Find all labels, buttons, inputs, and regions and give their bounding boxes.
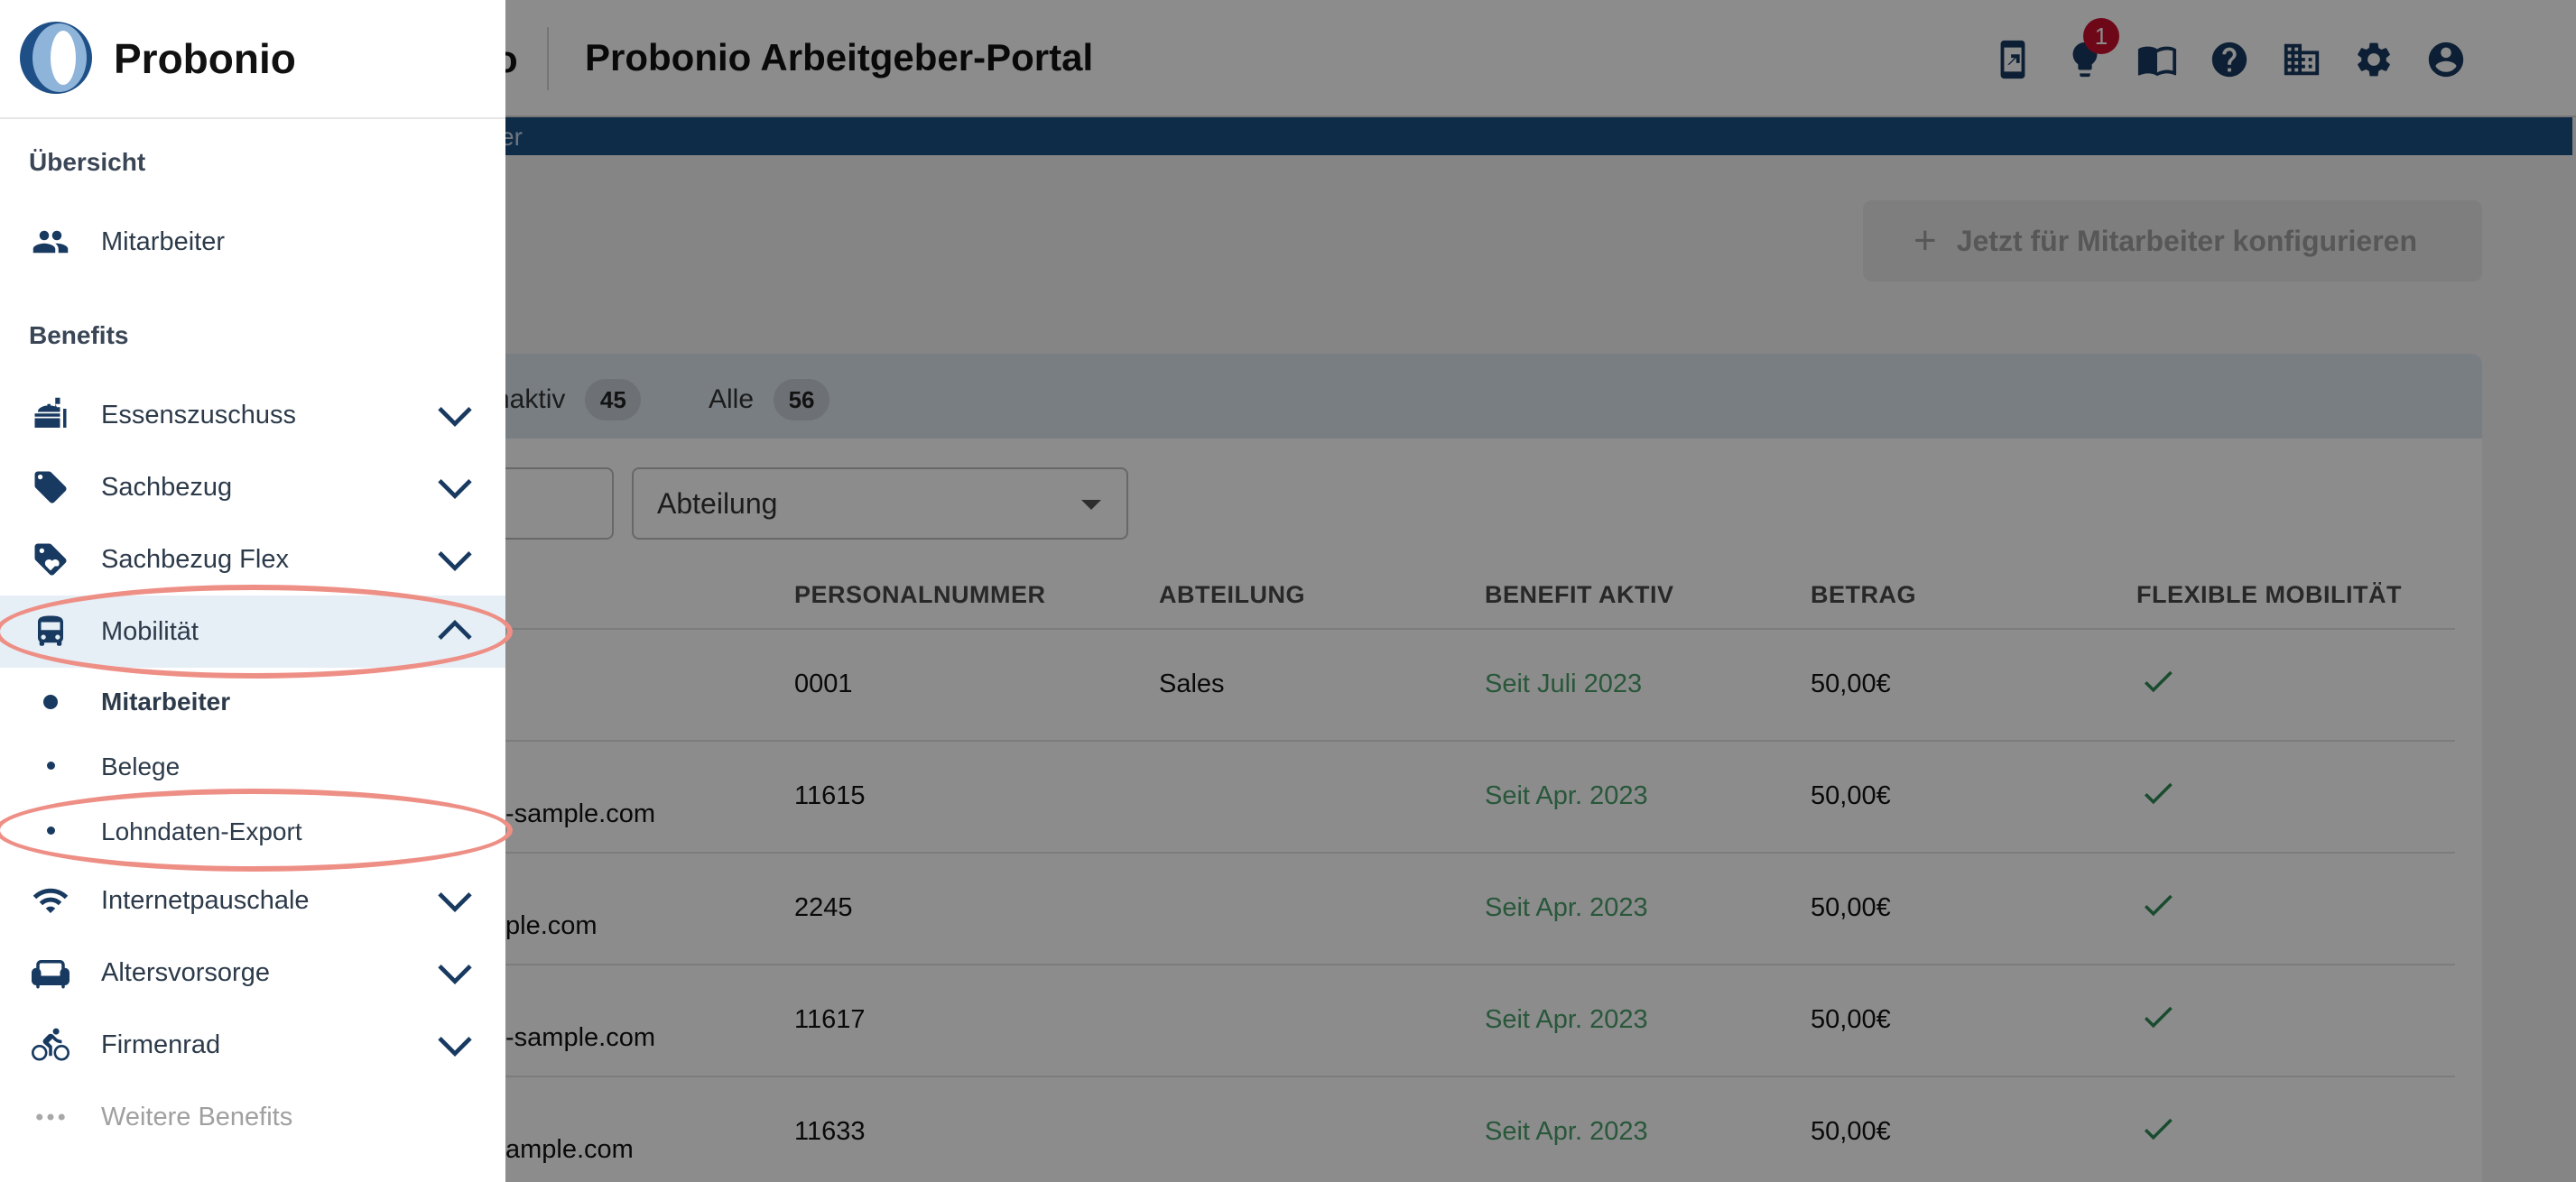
sub-item-belege[interactable]: Belege [0, 733, 505, 798]
brand-name: Probonio [114, 35, 296, 82]
nav-item-label: Mitarbeiter [101, 226, 225, 256]
nav-item-firmenrad[interactable]: Firmenrad [0, 1009, 505, 1081]
chevron-down-icon [437, 547, 473, 572]
people-icon [29, 224, 72, 260]
heart-tag-icon [29, 541, 72, 577]
nav-item-label: Mobilität [101, 616, 199, 646]
bicycle-icon [29, 1027, 72, 1063]
bullet-icon [47, 762, 55, 770]
chevron-down-icon [437, 1032, 473, 1057]
sub-item-label: Lohndaten-Export [101, 817, 302, 845]
bullet-icon [47, 826, 55, 835]
nav-item-weitere-benefits[interactable]: Weitere Benefits [0, 1081, 505, 1153]
chevron-down-icon [437, 888, 473, 913]
food-icon [29, 397, 72, 433]
wifi-icon [29, 882, 72, 919]
sub-item-lohndaten-export[interactable]: Lohndaten-Export [0, 798, 505, 863]
nav-item-label: Sachbezug [101, 472, 233, 502]
navigation-drawer: Probonio Übersicht Mitarbeiter Benefits … [0, 0, 505, 1182]
nav-item-label: Essenszuschuss [101, 400, 296, 429]
nav-item-label: Weitere Benefits [101, 1102, 293, 1131]
nav-item-altersvorsorge[interactable]: Altersvorsorge [0, 937, 505, 1009]
nav-item-sachbezug[interactable]: Sachbezug [0, 451, 505, 523]
nav-item-sachbezug-flex[interactable]: Sachbezug Flex [0, 523, 505, 596]
sub-item-label: Mitarbeiter [101, 688, 231, 716]
chevron-down-icon [437, 475, 473, 500]
section-heading-overview: Übersicht [29, 148, 146, 176]
nav-item-essenszuschuss[interactable]: Essenszuschuss [0, 379, 505, 451]
bus-icon [29, 614, 72, 650]
nav-item-label: Firmenrad [101, 1030, 221, 1059]
sub-item-mitarbeiter[interactable]: Mitarbeiter [0, 668, 505, 733]
chevron-up-icon [437, 619, 473, 644]
nav-item-internetpauschale[interactable]: Internetpauschale [0, 864, 505, 937]
active-bullet-icon [43, 695, 58, 709]
tag-icon [29, 469, 72, 505]
armchair-icon [29, 955, 72, 991]
sub-item-label: Belege [101, 753, 181, 780]
chevron-down-icon [437, 402, 473, 428]
nav-item-label: Sachbezug Flex [101, 544, 289, 574]
drawer-header: Probonio [0, 0, 505, 119]
probonio-logo-icon [20, 22, 92, 94]
more-horiz-icon [29, 1099, 72, 1135]
nav-item-mobilitaet[interactable]: Mobilität [0, 596, 505, 668]
nav-item-label: Altersvorsorge [101, 957, 270, 987]
nav-item-mitarbeiter[interactable]: Mitarbeiter [0, 206, 505, 278]
section-heading-benefits: Benefits [29, 321, 129, 349]
nav-item-label: Internetpauschale [101, 885, 310, 915]
chevron-down-icon [437, 960, 473, 985]
